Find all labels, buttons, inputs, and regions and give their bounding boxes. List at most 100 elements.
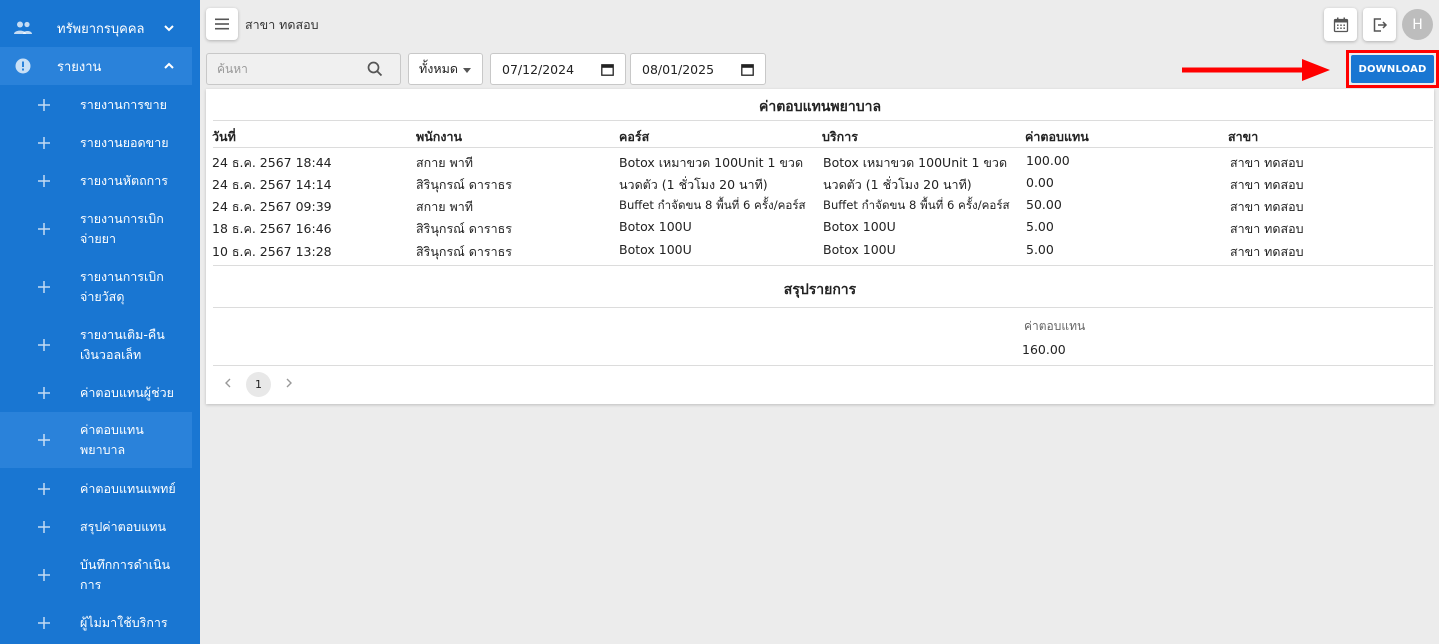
sidebar-item-label: ผู้ไม่มาใช้บริการ [80, 615, 168, 630]
date-from-input[interactable]: 07/12/2024 [490, 53, 626, 85]
filter-select[interactable]: ทั้งหมด [408, 53, 483, 85]
download-button[interactable]: DOWNLOAD [1351, 55, 1434, 83]
sidebar-item-sales-report[interactable]: รายงานการขาย [0, 86, 192, 124]
sidebar-item-nurse-fee[interactable]: ค่าตอบแทนพยาบาล [0, 412, 192, 468]
summary-label: ค่าตอบแทน [1024, 319, 1086, 333]
column-header-course: คอร์ส [619, 129, 650, 144]
filter-select-value: ทั้งหมด [419, 61, 458, 76]
plus-icon [38, 569, 50, 581]
menu-button[interactable] [206, 8, 238, 40]
red-arrow-annotation [1182, 59, 1330, 81]
chevron-left-icon[interactable] [223, 376, 233, 390]
cell-date: 18 ธ.ค. 2567 16:46 [212, 221, 332, 236]
column-header-branch: สาขา [1228, 129, 1259, 144]
divider [213, 365, 1433, 366]
pagination-page[interactable]: 1 [246, 372, 271, 397]
avatar[interactable]: H [1402, 9, 1433, 40]
date-to-value: 08/01/2025 [642, 61, 715, 77]
cell-service: Buffet กำจัดขน 8 พื้นที่ 6 ครั้ง/คอร์ส [823, 198, 1010, 212]
divider [213, 147, 1433, 148]
sidebar-item-fee-summary[interactable]: สรุปค่าตอบแทน [0, 508, 192, 546]
summary-title: สรุปรายการ [783, 282, 857, 298]
plus-icon [38, 223, 50, 235]
cell-fee: 5.00 [1026, 242, 1054, 257]
calendar-icon[interactable] [601, 63, 614, 76]
search-icon[interactable] [367, 61, 383, 77]
sidebar-item-label: ค่าตอบแทนแพทย์ [80, 481, 176, 496]
sidebar-item-wallet-report[interactable]: รายงานเติม-คืนเงินวอลเล็ท [0, 316, 192, 374]
plus-icon [38, 281, 50, 293]
chevron-right-icon[interactable] [284, 376, 294, 390]
cell-course: Botox เหมาขวด 100Unit 1 ขวด [619, 155, 804, 170]
plus-icon [38, 521, 50, 533]
cell-service: Botox 100U [823, 219, 896, 234]
sidebar-item-supply-report[interactable]: รายงานการเบิกจ่ายวัสดุ [0, 258, 192, 316]
cell-fee: 5.00 [1026, 219, 1054, 234]
sidebar-item-label: รายงานยอดขาย [80, 135, 169, 150]
cell-date: 24 ธ.ค. 2567 14:14 [212, 177, 332, 192]
sidebar-item-label: รายงานหัตถการ [80, 173, 168, 188]
cell-course: นวดตัว (1 ชั่วโมง 20 นาที) [619, 177, 768, 192]
plus-icon [38, 387, 50, 399]
sidebar-item-label: รายงานการเบิกจ่ายยา [80, 211, 164, 246]
cell-course: Botox 100U [619, 242, 692, 257]
sidebar-group-label: ทรัพยากรบุคคล [57, 21, 145, 37]
cell-branch: สาขา ทดสอบ [1230, 155, 1304, 170]
cell-service: Botox 100U [823, 242, 896, 257]
sidebar-item-drug-report[interactable]: รายงานการเบิกจ่ายยา [0, 200, 192, 258]
date-from-value: 07/12/2024 [502, 61, 575, 77]
plus-icon [38, 434, 50, 446]
sidebar: ทรัพยากรบุคคล รายงาน รายงานการขาย รายงาน… [0, 0, 200, 644]
sidebar-item-activity-log[interactable]: บันทึกการดำเนินการ [0, 546, 192, 604]
logout-icon [1373, 17, 1387, 32]
plus-icon [38, 339, 50, 351]
sidebar-item-procedure-report[interactable]: รายงานหัตถการ [0, 162, 192, 200]
column-header-staff: พนักงาน [416, 129, 463, 144]
column-header-service: บริการ [822, 129, 858, 144]
cell-date: 24 ธ.ค. 2567 09:39 [212, 199, 332, 214]
divider [213, 265, 1433, 266]
alert-circle-icon [13, 56, 33, 76]
branch-title: สาขา ทดสอบ [245, 17, 319, 32]
sidebar-item-assistant-fee[interactable]: ค่าตอบแทนผู้ช่วย [0, 374, 192, 412]
sidebar-item-no-show[interactable]: ผู้ไม่มาใช้บริการ [0, 604, 192, 642]
cell-branch: สาขา ทดสอบ [1230, 244, 1304, 259]
sidebar-item-label: สรุปค่าตอบแทน [80, 519, 167, 534]
logout-button[interactable] [1363, 8, 1396, 41]
sidebar-item-label: บันทึกการดำเนินการ [80, 557, 171, 592]
divider [213, 120, 1433, 121]
plus-icon [38, 617, 50, 629]
cell-fee: 100.00 [1026, 153, 1070, 168]
sidebar-item-label: รายงานเติม-คืนเงินวอลเล็ท [80, 327, 165, 362]
sidebar-group-label: รายงาน [57, 59, 102, 75]
search-input[interactable] [207, 54, 362, 84]
cell-branch: สาขา ทดสอบ [1230, 221, 1304, 236]
cell-date: 24 ธ.ค. 2567 18:44 [212, 155, 332, 170]
sidebar-item-label: ค่าตอบแทนพยาบาล [80, 422, 144, 457]
report-card: ค่าตอบแทนพยาบาล วันที่ พนักงาน คอร์ส บริ… [206, 89, 1434, 404]
cell-date: 10 ธ.ค. 2567 13:28 [212, 244, 332, 259]
column-header-fee: ค่าตอบแทน [1025, 129, 1089, 144]
search-field[interactable] [206, 53, 401, 85]
cell-staff: สิรินุกรณ์ ดาราธร [416, 177, 512, 192]
cell-service: นวดตัว (1 ชั่วโมง 20 นาที) [823, 177, 972, 192]
date-to-input[interactable]: 08/01/2025 [630, 53, 766, 85]
sidebar-group-hr[interactable]: ทรัพยากรบุคคล [0, 9, 192, 47]
divider [213, 307, 1433, 308]
sidebar-item-label: ค่าตอบแทนผู้ช่วย [80, 385, 174, 400]
cell-branch: สาขา ทดสอบ [1230, 199, 1304, 214]
plus-icon [38, 483, 50, 495]
report-title: ค่าตอบแทนพยาบาล [758, 99, 882, 115]
cell-course: Buffet กำจัดขน 8 พื้นที่ 6 ครั้ง/คอร์ส [619, 198, 806, 212]
cell-staff: สิรินุกรณ์ ดาราธร [416, 244, 512, 259]
cell-service: Botox เหมาขวด 100Unit 1 ขวด [823, 155, 1008, 170]
sidebar-item-sales-total-report[interactable]: รายงานยอดขาย [0, 124, 192, 162]
sidebar-group-reports[interactable]: รายงาน [0, 47, 192, 85]
plus-icon [38, 175, 50, 187]
sidebar-item-doctor-fee[interactable]: ค่าตอบแทนแพทย์ [0, 470, 192, 508]
cell-staff: สกาย พาที [416, 199, 474, 214]
calendar-button[interactable] [1324, 8, 1357, 41]
plus-icon [38, 137, 50, 149]
calendar-icon[interactable] [741, 63, 754, 76]
caret-down-icon [463, 68, 471, 73]
